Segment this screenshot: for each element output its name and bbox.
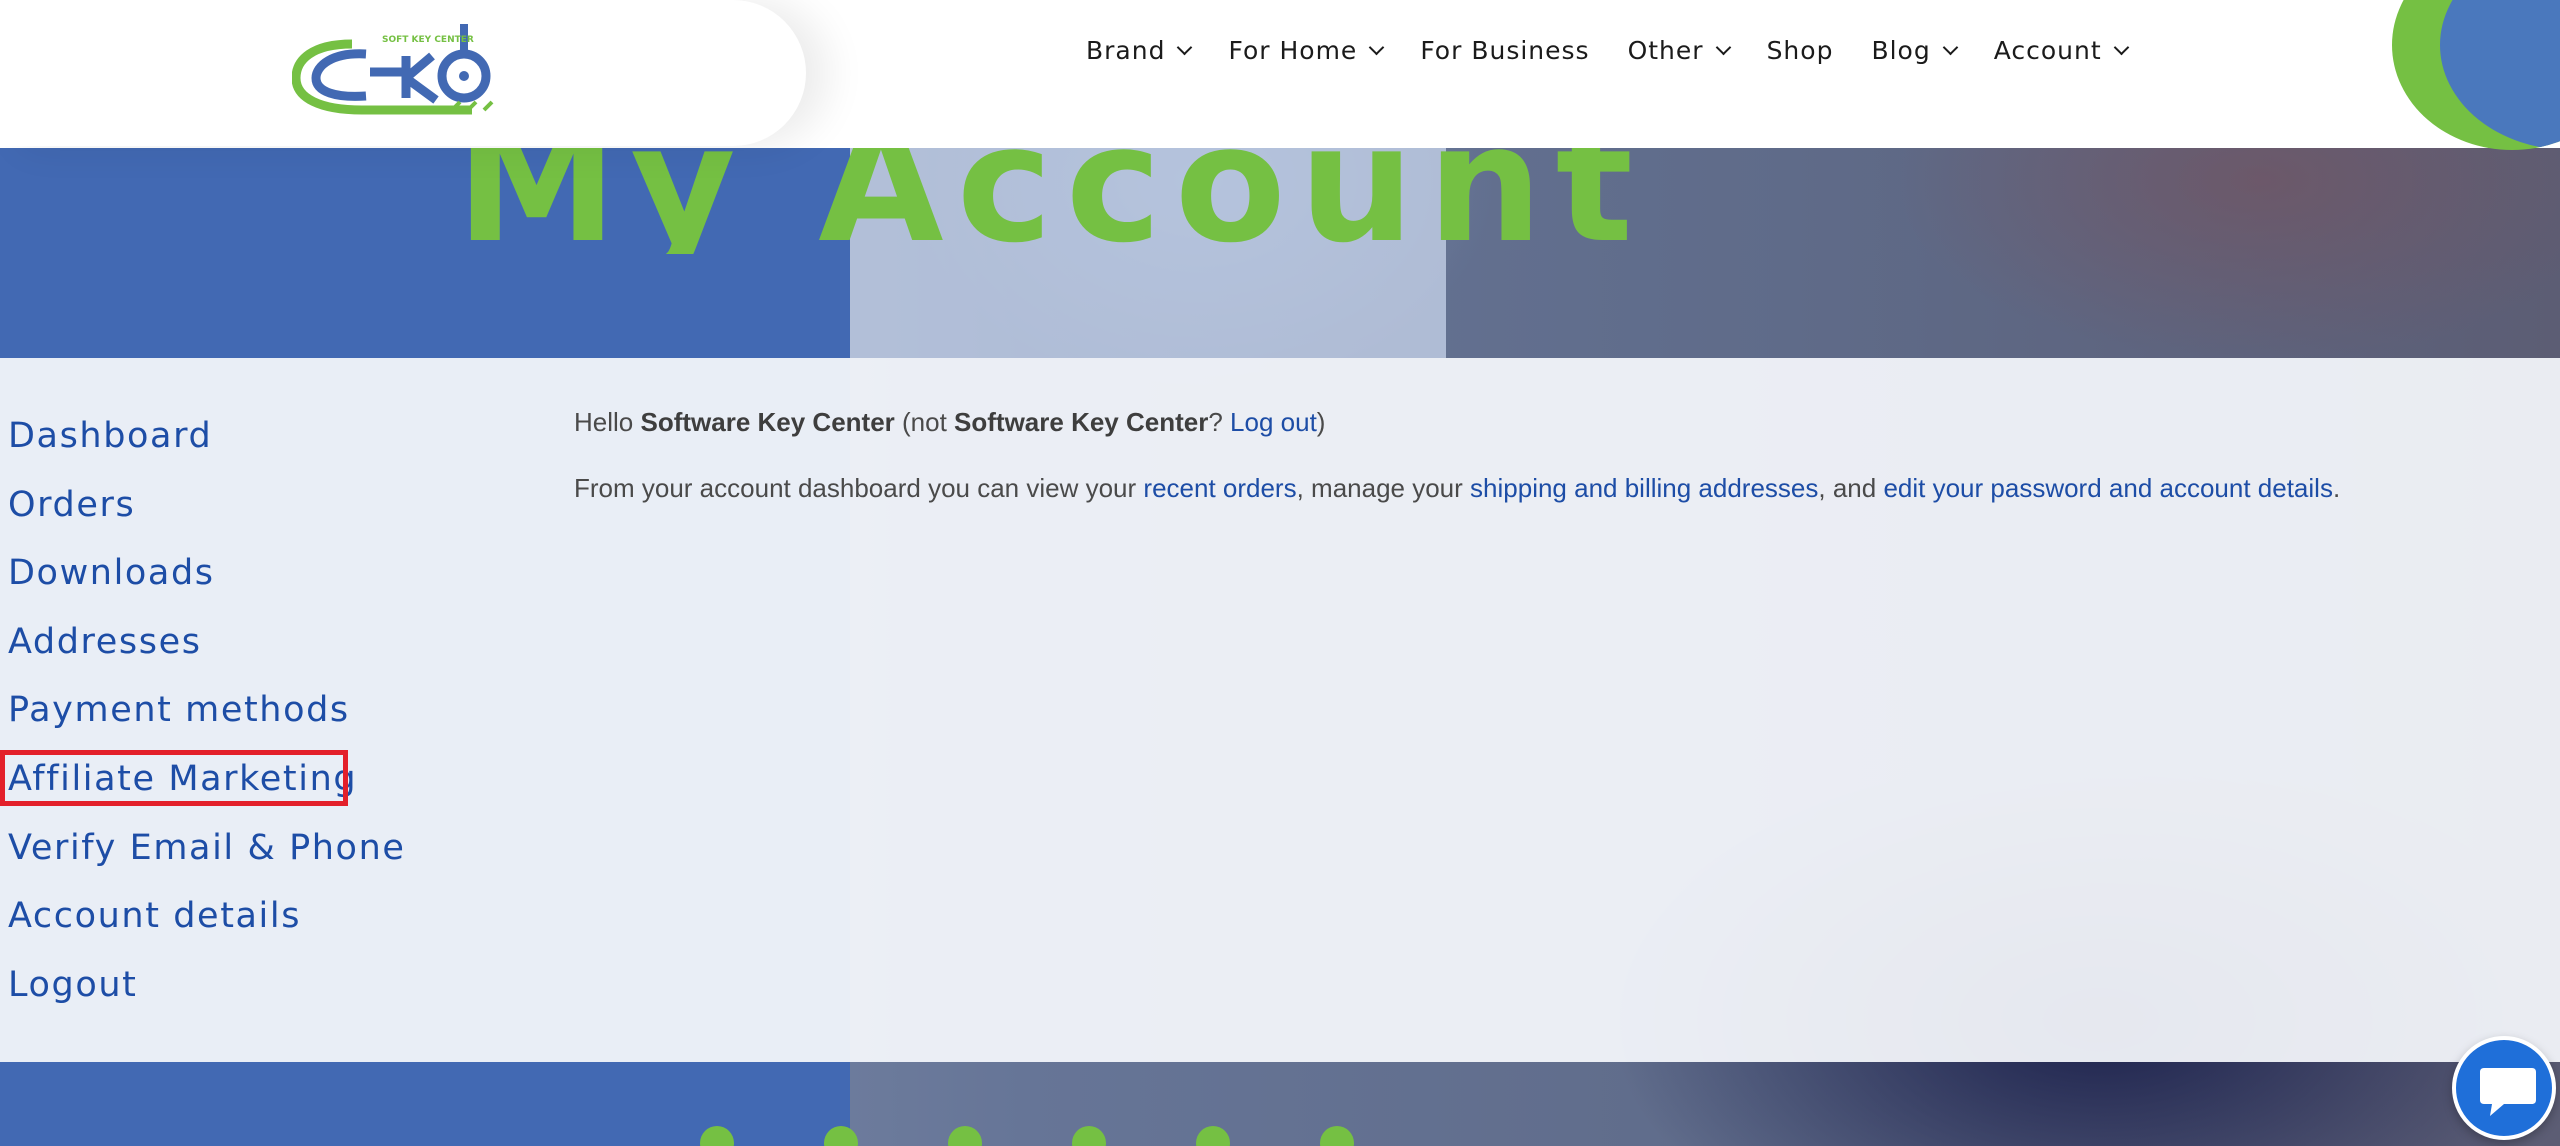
not-suffix: ? [1208,407,1231,437]
close-paren: ) [1316,407,1326,437]
footer-heading-partial [700,1126,1560,1146]
site-header: SOFT KEY CENTER Brand For Home For Busin… [0,0,2560,150]
not-prefix: (not [894,407,955,437]
period-text: . [2332,473,2341,503]
account-navigation: Dashboard Orders Downloads Addresses Pay… [8,402,405,1019]
main-nav: Brand For Home For Business Other Shop B… [1086,0,2165,100]
nav-for-home[interactable]: For Home [1228,35,1385,65]
nav-shop[interactable]: Shop [1767,36,1834,65]
chevron-down-icon [1715,39,1731,55]
chat-button[interactable] [2452,1036,2556,1140]
nav-for-business-label: For Business [1420,35,1590,65]
site-logo[interactable]: SOFT KEY CENTER [292,20,504,118]
and-text: , and [1818,473,1884,503]
account-nav-orders[interactable]: Orders [8,471,405,540]
chevron-down-icon [2113,39,2129,55]
dashboard-intro: From your account dashboard you can view… [574,470,2340,506]
hello-text: Hello [574,407,641,437]
not-name: Software Key Center [954,407,1209,437]
account-nav-logout[interactable]: Logout [8,951,405,1020]
recent-orders-link[interactable]: recent orders [1143,473,1296,503]
manage-text: , manage your [1296,473,1471,503]
logo-text: SOFT KEY CENTER [382,35,474,45]
logout-link[interactable]: Log out [1230,407,1317,437]
account-nav-account-details[interactable]: Account details [8,882,405,951]
nav-account[interactable]: Account [1993,35,2129,65]
welcome-message: Hello Software Key Center (not Software … [574,404,1325,440]
corner-decoration [2392,0,2560,150]
intro-text: From your account dashboard you can view… [574,473,1144,503]
account-nav-dashboard[interactable]: Dashboard [8,402,405,471]
nav-shop-label: Shop [1766,35,1834,65]
addresses-link[interactable]: shipping and billing addresses [1470,473,1818,503]
account-nav-addresses[interactable]: Addresses [8,608,405,677]
edit-account-link[interactable]: edit your password and account details [1883,473,2333,503]
nav-other[interactable]: Other [1627,35,1731,65]
nav-account-label: Account [1993,35,2102,65]
account-nav-verify-email-phone[interactable]: Verify Email & Phone [8,814,405,883]
chat-bubble-icon [2480,1068,2536,1116]
highlight-box [0,750,348,806]
nav-for-business[interactable]: For Business [1420,36,1589,65]
chevron-down-icon [1369,39,1385,55]
account-nav-payment-methods[interactable]: Payment methods [8,676,405,745]
nav-other-label: Other [1627,35,1704,65]
nav-blog[interactable]: Blog [1871,35,1958,65]
nav-brand-label: Brand [1086,35,1166,65]
chevron-down-icon [1177,39,1193,55]
nav-blog-label: Blog [1871,35,1931,65]
account-nav-downloads[interactable]: Downloads [8,539,405,608]
chevron-down-icon [1942,39,1958,55]
username: Software Key Center [640,407,895,437]
nav-for-home-label: For Home [1228,35,1358,65]
nav-brand[interactable]: Brand [1086,35,1193,65]
